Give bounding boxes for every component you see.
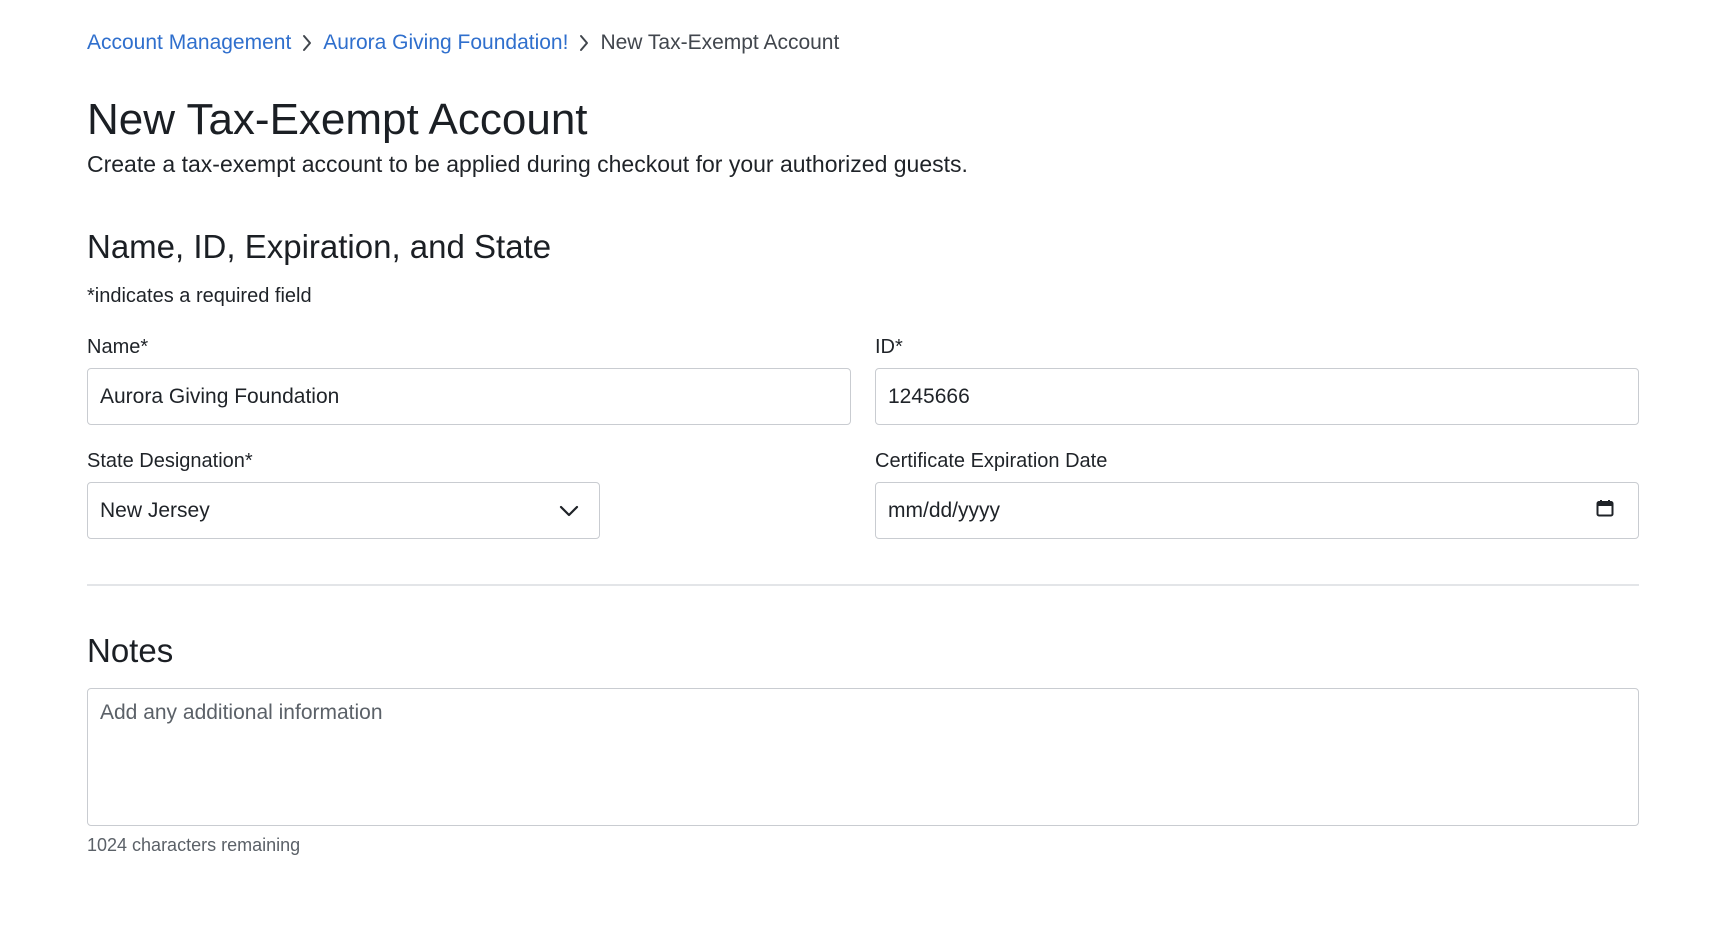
- page-subtitle: Create a tax-exempt account to be applie…: [87, 151, 968, 177]
- id-label: ID*: [875, 336, 903, 358]
- state-designation-select[interactable]: New Jersey: [87, 482, 600, 539]
- notes-character-count: 1024 characters remaining: [87, 835, 301, 855]
- expiration-date-label: Certificate Expiration Date: [875, 450, 1108, 472]
- state-designation-label: State Designation*: [87, 450, 253, 472]
- name-input-value: Aurora Giving Foundation: [100, 384, 340, 408]
- chevron-right-icon: [568, 29, 600, 57]
- page: Account Management Aurora Giving Foundat…: [0, 0, 1712, 940]
- calendar-icon[interactable]: [1596, 499, 1614, 523]
- id-input-value: 1245666: [888, 384, 970, 408]
- notes-textarea[interactable]: Add any additional information: [87, 688, 1639, 826]
- name-input[interactable]: Aurora Giving Foundation: [87, 368, 851, 425]
- state-designation-value: New Jersey: [100, 498, 210, 522]
- breadcrumb-aurora-giving-foundation[interactable]: Aurora Giving Foundation!: [323, 29, 568, 57]
- id-input[interactable]: 1245666: [875, 368, 1639, 425]
- section-divider: [87, 584, 1639, 586]
- expiration-date-placeholder: mm/dd/yyyy: [888, 498, 1001, 522]
- breadcrumb-current: New Tax-Exempt Account: [600, 31, 840, 54]
- breadcrumb-account-management[interactable]: Account Management: [87, 29, 291, 57]
- breadcrumb: Account Management Aurora Giving Foundat…: [87, 29, 839, 57]
- section-title-details: Name, ID, Expiration, and State: [87, 228, 552, 265]
- page-title: New Tax-Exempt Account: [87, 95, 588, 144]
- chevron-right-icon: [291, 29, 323, 57]
- chevron-down-icon: [559, 499, 579, 523]
- required-field-note: *indicates a required field: [87, 285, 312, 307]
- expiration-date-input[interactable]: mm/dd/yyyy: [875, 482, 1639, 539]
- section-title-notes: Notes: [87, 632, 174, 669]
- name-label: Name*: [87, 336, 149, 358]
- notes-placeholder: Add any additional information: [100, 701, 383, 724]
